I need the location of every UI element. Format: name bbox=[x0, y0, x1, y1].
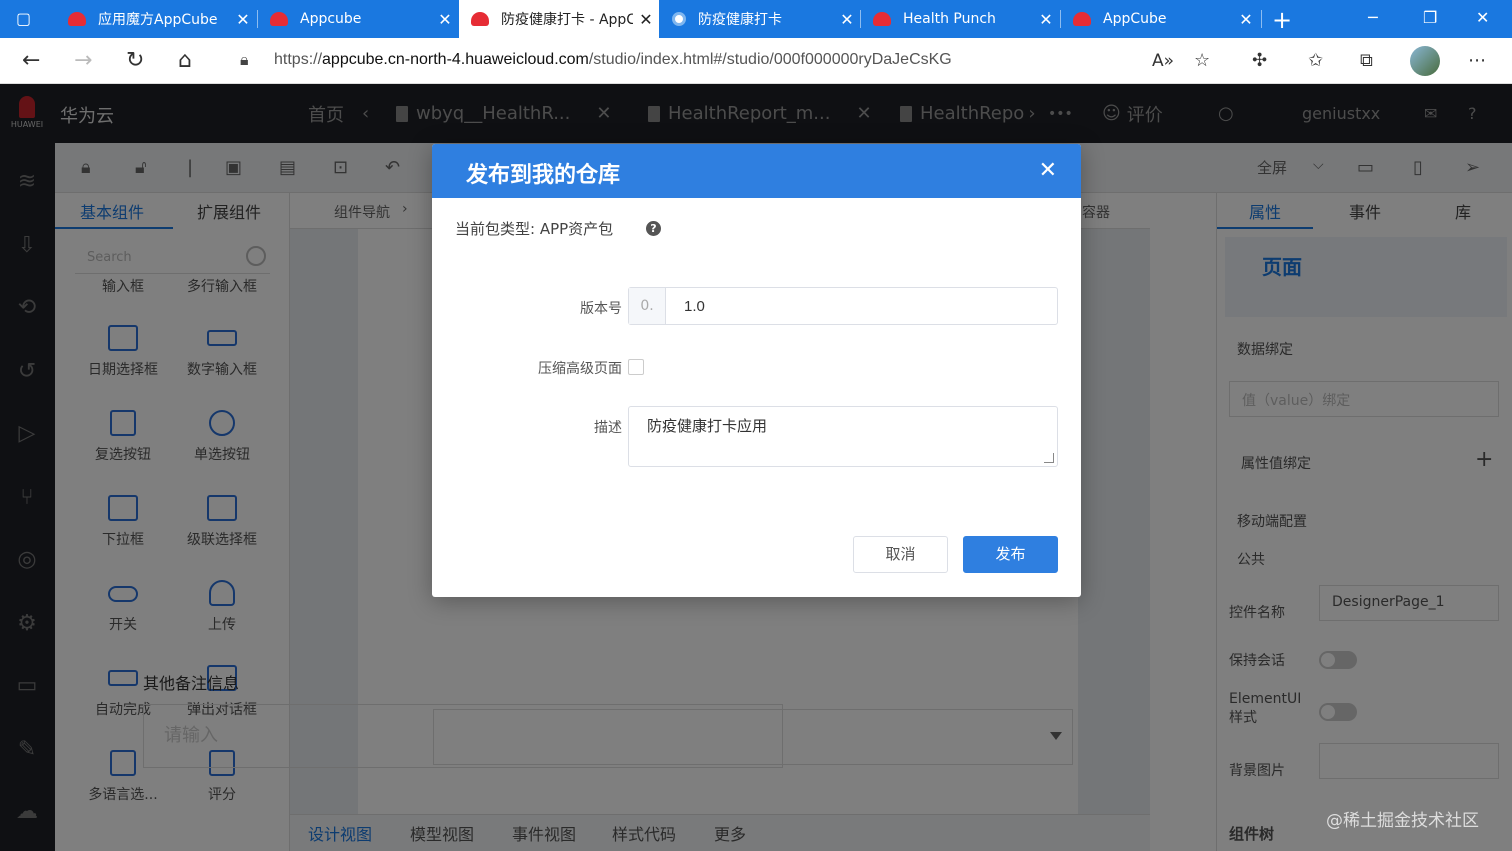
browser-tab-title: 防疫健康打卡 - AppCube bbox=[501, 12, 633, 28]
browser-tab[interactable]: Health Punch ✕ bbox=[861, 0, 1059, 38]
restore-icon[interactable]: ❐ bbox=[1423, 8, 1437, 27]
close-icon[interactable]: ✕ bbox=[1039, 158, 1057, 183]
address-bar: ← → ↻ ⌂ 🔒︎ https://appcube.cn-north-4.hu… bbox=[0, 38, 1512, 84]
add-favorite-icon[interactable]: ☆ bbox=[1194, 48, 1210, 74]
compress-label: 压缩高级页面 bbox=[538, 361, 622, 377]
browser-tab-title: 防疫健康打卡 bbox=[698, 12, 782, 28]
lock-icon[interactable]: 🔒︎ bbox=[240, 50, 249, 70]
read-aloud-icon[interactable]: A» bbox=[1152, 48, 1174, 74]
url-prefix: https:// bbox=[274, 51, 323, 68]
back-icon[interactable]: ← bbox=[22, 48, 40, 74]
minimize-icon[interactable]: ─ bbox=[1368, 8, 1378, 27]
url-path: /studio/index.html#/studio/000f000000ryD… bbox=[588, 51, 952, 68]
huawei-logo-icon bbox=[1073, 12, 1091, 26]
package-type-text: 当前包类型: APP资产包 bbox=[455, 220, 614, 238]
resize-handle-icon[interactable] bbox=[1044, 453, 1054, 463]
browser-tab-active[interactable]: 防疫健康打卡 - AppCube ✕ bbox=[459, 0, 659, 38]
forward-icon[interactable]: → bbox=[74, 48, 92, 74]
close-tab-icon[interactable]: ✕ bbox=[230, 10, 256, 29]
compress-checkbox[interactable] bbox=[628, 359, 644, 375]
description-textarea[interactable]: 防疫健康打卡应用 bbox=[628, 406, 1058, 467]
publish-button[interactable]: 发布 bbox=[963, 536, 1058, 573]
browser-tab-title: AppCube bbox=[1103, 11, 1167, 27]
globe-icon bbox=[672, 12, 686, 26]
browser-tab-bar: ▢ 应用魔方AppCube ✕ Appcube ✕ 防疫健康打卡 - AppCu… bbox=[0, 0, 1512, 38]
browser-tab-title: Health Punch bbox=[903, 11, 996, 27]
huawei-logo-icon bbox=[873, 12, 891, 26]
version-prefix: 0. bbox=[629, 288, 666, 324]
close-tab-icon[interactable]: ✕ bbox=[633, 10, 659, 29]
dialog-header: 发布到我的仓库 ✕ bbox=[432, 144, 1081, 198]
tab-actions-icon[interactable]: ▢ bbox=[16, 9, 38, 29]
cancel-button[interactable]: 取消 bbox=[853, 536, 948, 573]
close-window-icon[interactable]: ✕ bbox=[1476, 8, 1489, 27]
version-label: 版本号 bbox=[580, 301, 622, 317]
browser-tab[interactable]: AppCube ✕ bbox=[1061, 0, 1259, 38]
dialog-title: 发布到我的仓库 bbox=[466, 163, 621, 188]
browser-tab[interactable]: Appcube ✕ bbox=[258, 0, 458, 38]
publish-dialog: 发布到我的仓库 ✕ 当前包类型: APP资产包 ? 版本号 0. 压缩高级页面 … bbox=[432, 144, 1081, 597]
url-host: appcube.cn-north-4.huaweicloud.com bbox=[322, 51, 589, 68]
watermark-text: @稀土掘金技术社区 bbox=[1326, 811, 1479, 831]
version-field: 0. bbox=[628, 287, 1058, 325]
browser-tab[interactable]: 防疫健康打卡 ✕ bbox=[660, 0, 860, 38]
favorites-icon[interactable]: ✩ bbox=[1308, 48, 1323, 74]
close-tab-icon[interactable]: ✕ bbox=[834, 10, 860, 29]
close-tab-icon[interactable]: ✕ bbox=[432, 10, 458, 29]
tab-divider bbox=[1261, 10, 1262, 28]
huawei-logo-icon bbox=[270, 12, 288, 26]
home-icon[interactable]: ⌂ bbox=[178, 48, 192, 74]
browser-tab[interactable]: 应用魔方AppCube ✕ bbox=[56, 0, 256, 38]
huawei-logo-icon bbox=[68, 12, 86, 26]
browser-tab-title: Appcube bbox=[300, 11, 362, 27]
new-tab-icon[interactable]: + bbox=[1272, 6, 1292, 34]
collections-icon[interactable]: ⧉ bbox=[1360, 48, 1373, 74]
refresh-icon[interactable]: ↻ bbox=[126, 48, 144, 74]
description-label: 描述 bbox=[594, 420, 622, 436]
version-input[interactable] bbox=[666, 288, 1057, 324]
avatar[interactable] bbox=[1410, 46, 1440, 76]
more-menu-icon[interactable]: ⋯ bbox=[1468, 48, 1486, 74]
extensions-icon[interactable]: ✣ bbox=[1252, 48, 1267, 74]
close-tab-icon[interactable]: ✕ bbox=[1233, 10, 1259, 29]
huawei-logo-icon bbox=[471, 12, 489, 26]
browser-tab-title: 应用魔方AppCube bbox=[98, 12, 218, 28]
help-icon[interactable]: ? bbox=[646, 221, 661, 236]
close-tab-icon[interactable]: ✕ bbox=[1033, 10, 1059, 29]
url-field[interactable]: https://appcube.cn-north-4.huaweicloud.c… bbox=[274, 51, 952, 69]
